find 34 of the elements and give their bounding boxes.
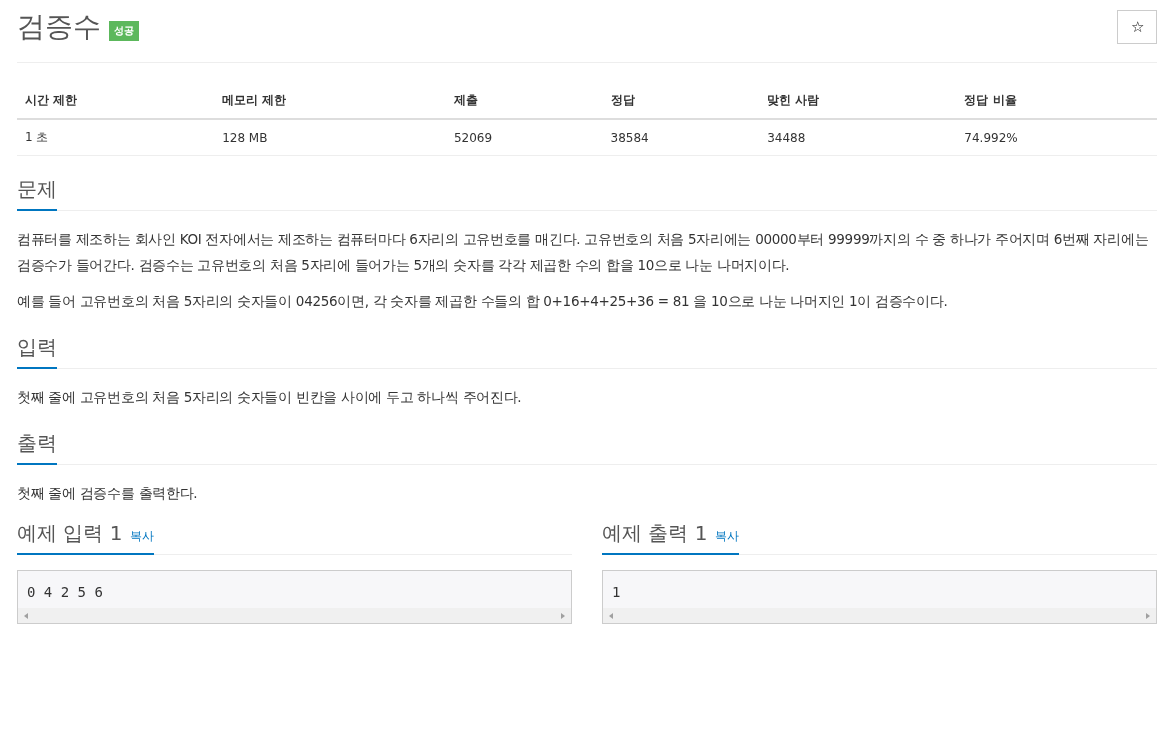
problem-title: 검증수 <box>17 9 101 45</box>
copy-link[interactable]: 복사 <box>715 528 740 545</box>
favorite-button[interactable]: ☆ <box>1117 10 1157 44</box>
section-heading: 출력 <box>17 430 57 465</box>
column-header: 맞힌 사람 <box>759 83 957 119</box>
horizontal-scrollbar[interactable] <box>18 608 571 623</box>
paragraph: 예를 들어 고유번호의 처음 5자리의 숫자들이 04256이면, 각 숫자를 제곱한 수들의 합 0+16+4+25+36 = 81 을 10으로 나눈 나머지인 1이 검증수이다. <box>17 292 949 311</box>
table-cell: 38584 <box>602 119 760 156</box>
status-label: 성공 <box>109 21 139 41</box>
column-header: 시간 제한 <box>17 83 215 119</box>
paragraph: 첫째 줄에 검증수를 출력한다. <box>17 484 199 503</box>
horizontal-scrollbar[interactable] <box>603 608 1156 623</box>
table-cell: 34488 <box>759 119 957 156</box>
section-heading: 입력 <box>17 334 57 369</box>
scroll-left-icon[interactable] <box>609 612 613 619</box>
section-heading: 문제 <box>17 176 57 211</box>
paragraph: 컴퓨터를 제조하는 회사인 KOI 전자에서는 제조하는 컴퓨터마다 6자리의 고유번호를 매긴다. 고유번호의 처음 5자리에는 00000부터 99999까지의 수 중 하나가 주어지며 6번째 자리에는 검증수가 들어간다. 검증수는 고유번호의 처음 5자리에 들어가는 5개의 숫자를 각각 제곱한 수의 합을 10으로 나눈 나머지이다. <box>17 230 1150 275</box>
column-header: 제출 <box>445 83 603 119</box>
scroll-right-icon[interactable] <box>561 612 565 619</box>
scroll-left-icon[interactable] <box>24 612 28 619</box>
sample-heading: 예제 출력 1 <box>602 520 708 547</box>
sample-heading: 예제 입력 1 <box>17 520 123 547</box>
table-cell: 128 MB <box>214 119 446 156</box>
paragraph: 첫째 줄에 고유번호의 처음 5자리의 숫자들이 빈칸을 사이에 두고 하나씩 주어진다. <box>17 388 523 407</box>
column-header: 정답 <box>602 83 760 119</box>
scroll-right-icon[interactable] <box>1146 612 1150 619</box>
table-cell: 74.992% <box>956 119 1157 156</box>
column-header: 정답 비율 <box>956 83 1157 119</box>
table-cell: 1 초 <box>17 119 215 156</box>
copy-link[interactable]: 복사 <box>130 528 155 545</box>
column-header: 메모리 제한 <box>214 83 446 119</box>
code-text: 1 <box>611 583 622 602</box>
table-cell: 52069 <box>445 119 603 156</box>
code-text: 0 4 2 5 6 <box>26 583 104 602</box>
